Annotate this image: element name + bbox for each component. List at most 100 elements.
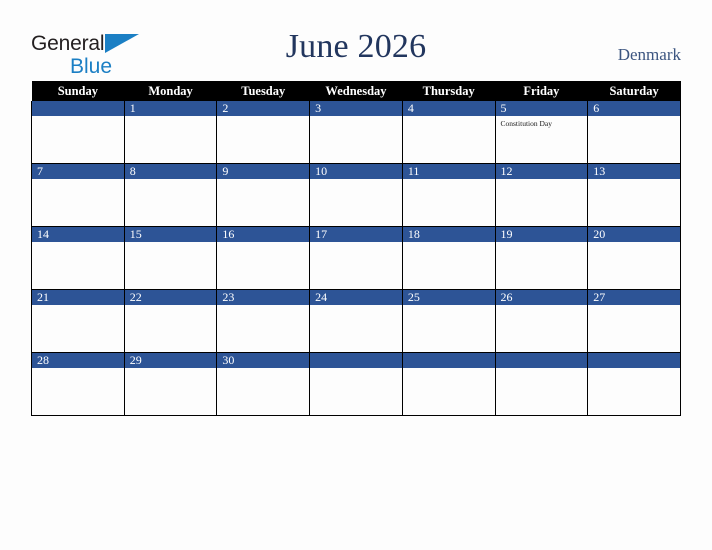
day-cell-body bbox=[403, 368, 495, 415]
day-number: 25 bbox=[402, 290, 495, 305]
day-number: 10 bbox=[310, 164, 402, 179]
weekday-header-saturday: Saturday bbox=[587, 81, 681, 101]
day-cell[interactable]: 8 bbox=[123, 163, 218, 227]
day-cell[interactable]: 27 bbox=[587, 289, 681, 353]
week-row: 7 8 9 10 11 12 13 bbox=[31, 163, 681, 227]
day-cell-body bbox=[496, 179, 588, 226]
day-cell[interactable]: 26 bbox=[494, 289, 589, 353]
day-cell[interactable]: 7 bbox=[31, 163, 125, 227]
day-cell[interactable]: 6 bbox=[587, 101, 681, 164]
day-number: 7 bbox=[32, 164, 124, 179]
day-number bbox=[310, 353, 402, 368]
day-cell[interactable] bbox=[401, 352, 496, 416]
day-cell-body bbox=[588, 368, 680, 415]
weekday-header-row: Sunday Monday Tuesday Wednesday Thursday… bbox=[31, 81, 681, 101]
day-cell[interactable]: 5 Constitution Day bbox=[494, 101, 589, 164]
day-cell-body bbox=[496, 242, 588, 289]
day-number: 24 bbox=[310, 290, 402, 305]
weekday-header-sunday: Sunday bbox=[31, 81, 125, 101]
page-header: General Blue June 2026 Denmark bbox=[0, 0, 712, 78]
day-number: 27 bbox=[588, 290, 680, 305]
day-cell[interactable]: 19 bbox=[494, 226, 589, 290]
day-cell-body bbox=[217, 179, 309, 226]
day-cell-body bbox=[588, 179, 680, 226]
day-cell[interactable]: 12 bbox=[494, 163, 589, 227]
day-cell[interactable]: 15 bbox=[123, 226, 218, 290]
day-number: 4 bbox=[402, 101, 495, 116]
month-grid: Sunday Monday Tuesday Wednesday Thursday… bbox=[31, 81, 681, 416]
day-cell-body bbox=[310, 305, 402, 352]
day-cell[interactable] bbox=[587, 352, 681, 416]
day-cell-body: Constitution Day bbox=[496, 116, 588, 163]
day-number: 28 bbox=[32, 353, 124, 368]
day-cell-body bbox=[32, 305, 124, 352]
day-number: 16 bbox=[217, 227, 310, 242]
day-number: 18 bbox=[402, 227, 495, 242]
day-cell[interactable]: 9 bbox=[216, 163, 311, 227]
day-cell[interactable]: 30 bbox=[216, 352, 311, 416]
day-cell-body bbox=[588, 116, 680, 163]
month-weeks: 1 2 3 4 5 Constitution Day 6 7 8 9 10 11 12 13 14 15 16 1… bbox=[31, 101, 681, 416]
day-number bbox=[495, 353, 588, 368]
day-cell-body bbox=[217, 242, 309, 289]
day-cell-body bbox=[310, 179, 402, 226]
day-cell-body bbox=[32, 116, 124, 163]
day-cell[interactable]: 23 bbox=[216, 289, 311, 353]
day-number bbox=[32, 101, 124, 116]
day-cell[interactable]: 20 bbox=[587, 226, 681, 290]
week-row: 1 2 3 4 5 Constitution Day 6 bbox=[31, 101, 681, 164]
day-cell[interactable]: 22 bbox=[123, 289, 218, 353]
day-cell[interactable]: 28 bbox=[31, 352, 125, 416]
day-cell-body bbox=[217, 116, 309, 163]
day-cell[interactable] bbox=[494, 352, 589, 416]
day-number: 19 bbox=[495, 227, 588, 242]
day-cell[interactable]: 17 bbox=[309, 226, 403, 290]
day-cell-body bbox=[32, 368, 124, 415]
day-cell-body bbox=[125, 242, 217, 289]
day-number: 21 bbox=[32, 290, 124, 305]
day-cell[interactable]: 14 bbox=[31, 226, 125, 290]
day-number: 1 bbox=[124, 101, 217, 116]
day-number: 15 bbox=[124, 227, 217, 242]
day-cell-body bbox=[496, 305, 588, 352]
page-title: June 2026 bbox=[285, 28, 427, 65]
day-number: 9 bbox=[217, 164, 310, 179]
weekday-header-friday: Friday bbox=[495, 81, 588, 101]
day-cell[interactable] bbox=[309, 352, 403, 416]
day-number: 3 bbox=[310, 101, 402, 116]
day-cell-body bbox=[125, 116, 217, 163]
day-number: 30 bbox=[217, 353, 310, 368]
day-cell[interactable]: 13 bbox=[587, 163, 681, 227]
day-cell[interactable] bbox=[31, 101, 125, 164]
day-cell-body bbox=[403, 179, 495, 226]
day-number: 23 bbox=[217, 290, 310, 305]
day-number: 12 bbox=[495, 164, 588, 179]
day-cell[interactable]: 18 bbox=[401, 226, 496, 290]
day-cell[interactable]: 25 bbox=[401, 289, 496, 353]
day-number: 6 bbox=[588, 101, 680, 116]
day-cell[interactable]: 1 bbox=[123, 101, 218, 164]
day-number: 17 bbox=[310, 227, 402, 242]
holiday-event: Constitution Day bbox=[500, 119, 552, 128]
day-cell[interactable]: 2 bbox=[216, 101, 311, 164]
day-cell[interactable]: 10 bbox=[309, 163, 403, 227]
day-cell-body bbox=[217, 368, 309, 415]
day-cell-body bbox=[125, 179, 217, 226]
day-number bbox=[402, 353, 495, 368]
day-cell[interactable]: 29 bbox=[123, 352, 218, 416]
day-cell[interactable]: 11 bbox=[401, 163, 496, 227]
day-cell[interactable]: 16 bbox=[216, 226, 311, 290]
day-cell[interactable]: 3 bbox=[309, 101, 403, 164]
day-cell-body bbox=[217, 305, 309, 352]
day-cell-body bbox=[310, 116, 402, 163]
day-cell[interactable]: 4 bbox=[401, 101, 496, 164]
day-number: 14 bbox=[32, 227, 124, 242]
day-number: 11 bbox=[402, 164, 495, 179]
day-cell-body bbox=[403, 242, 495, 289]
day-cell[interactable]: 21 bbox=[31, 289, 125, 353]
day-number: 20 bbox=[588, 227, 680, 242]
day-number: 13 bbox=[588, 164, 680, 179]
weekday-header-tuesday: Tuesday bbox=[216, 81, 310, 101]
day-cell[interactable]: 24 bbox=[309, 289, 403, 353]
calendar-page: General Blue June 2026 Denmark Sunday Mo… bbox=[0, 0, 712, 550]
